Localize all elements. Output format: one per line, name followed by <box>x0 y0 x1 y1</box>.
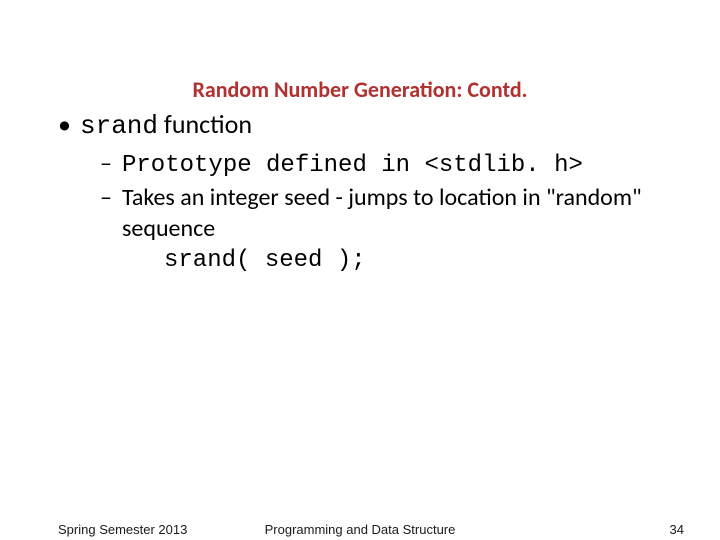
bullet-level2: – Prototype defined in <stdlib. h> <box>100 149 680 182</box>
footer-mid: Programming and Data Structure <box>0 522 720 537</box>
sub2-text: Takes an integer seed - jumps to locatio… <box>122 183 680 244</box>
bullet-level2: – Takes an integer seed - jumps to locat… <box>100 183 680 244</box>
bullet-level1: •srand function <box>58 108 680 143</box>
slide-content: •srand function – Prototype defined in <… <box>58 108 680 274</box>
sub1-body: Prototype defined in <stdlib. h> <box>122 149 680 182</box>
dash-icon: – <box>100 149 122 182</box>
sub-bullets: – Prototype defined in <stdlib. h> – Tak… <box>100 149 680 274</box>
bullet-dot-icon: • <box>58 108 80 141</box>
sub1-code: <stdlib. h> <box>424 152 582 179</box>
slide: Random Number Generation: Contd. •srand … <box>0 0 720 540</box>
bullet-text: function <box>158 108 252 140</box>
bullet-code: srand <box>80 111 158 141</box>
sub1-prefix: Prototype defined in <box>122 152 424 179</box>
code-line: srand( seed ); <box>164 247 680 274</box>
slide-title: Random Number Generation: Contd. <box>0 76 720 103</box>
dash-icon: – <box>100 183 122 244</box>
footer-right: 34 <box>670 522 684 537</box>
